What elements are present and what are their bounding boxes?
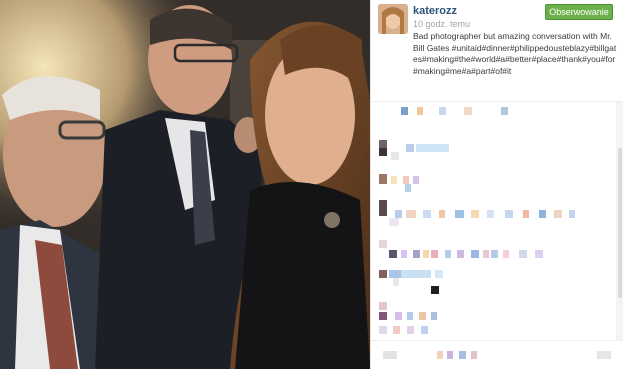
comments-scrollbar[interactable] — [616, 102, 623, 340]
comments-list — [371, 102, 615, 340]
likes-info — [459, 351, 466, 359]
photo-image — [0, 0, 370, 369]
post-footer — [371, 341, 623, 369]
likes-info — [471, 351, 477, 359]
scroll-thumb[interactable] — [618, 148, 622, 298]
avatar[interactable] — [378, 4, 408, 34]
username-link[interactable]: katerozz — [413, 5, 457, 17]
post-timestamp: 10 godz. temu — [413, 19, 471, 29]
post-header: katerozz 10 godz. temu Obserwowanie Bad … — [371, 0, 623, 100]
post-caption: Bad photographer but amazing conversatio… — [413, 31, 617, 76]
likes-info — [437, 351, 443, 359]
post-photo — [0, 0, 370, 369]
like-icon[interactable] — [383, 351, 397, 359]
options-icon[interactable] — [597, 351, 611, 359]
likes-info — [447, 351, 453, 359]
following-button[interactable]: Obserwowanie — [545, 4, 613, 20]
profile-picture-icon — [378, 4, 408, 34]
post-sidebar: katerozz 10 godz. temu Obserwowanie Bad … — [370, 0, 623, 369]
